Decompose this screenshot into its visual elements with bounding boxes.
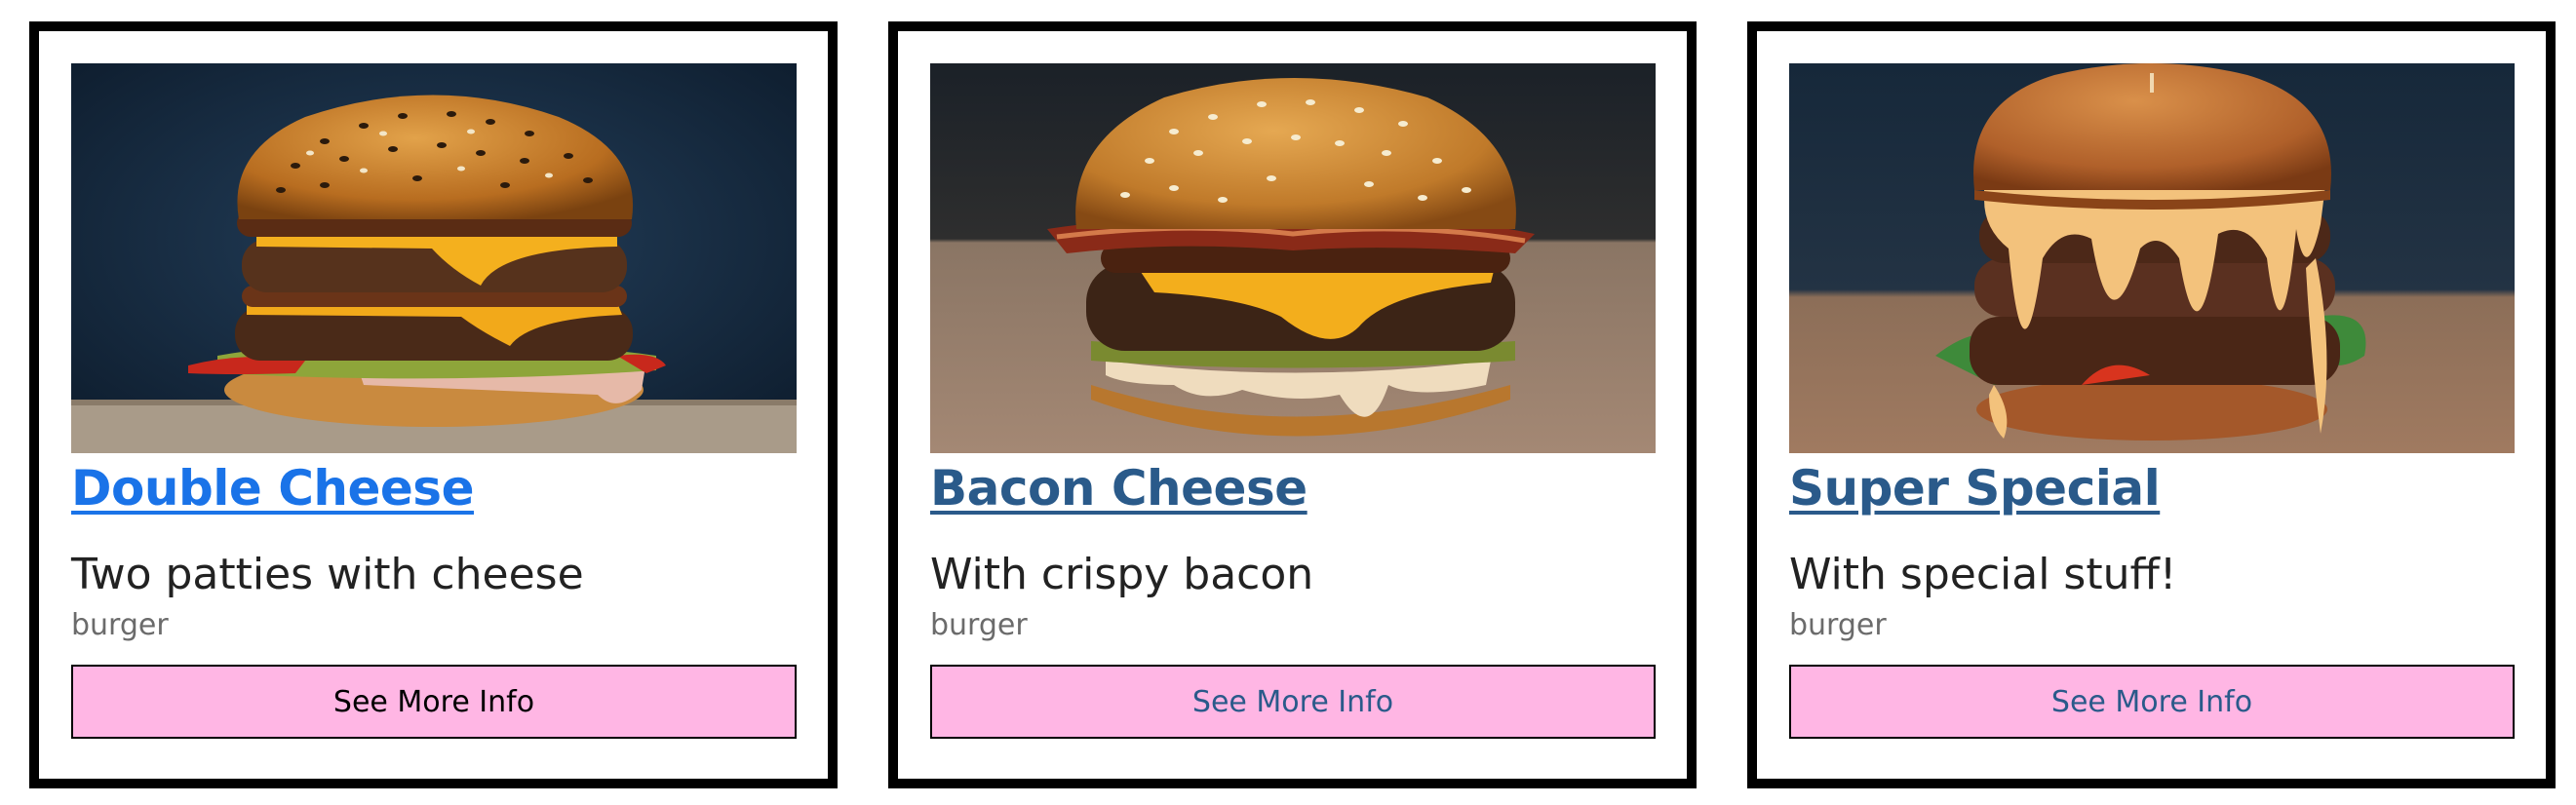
card-category: burger	[1789, 608, 1887, 642]
special-burger-photo	[1789, 63, 2515, 453]
double-cheeseburger-photo	[71, 63, 797, 453]
card-category: burger	[930, 608, 1028, 642]
card-title-link[interactable]: Double Cheese	[71, 460, 474, 517]
see-more-info-button[interactable]: See More Info	[71, 665, 797, 739]
card-category: burger	[71, 608, 169, 642]
product-card: Super Special With special stuff! burger…	[1747, 21, 2556, 788]
card-description: With crispy bacon	[930, 550, 1314, 599]
see-more-info-button[interactable]: See More Info	[1789, 665, 2515, 739]
product-card: Double Cheese Two patties with cheese bu…	[29, 21, 838, 788]
card-grid: Double Cheese Two patties with cheese bu…	[29, 21, 2556, 788]
bacon-cheeseburger-photo	[930, 63, 1656, 453]
card-description: With special stuff!	[1789, 550, 2177, 599]
card-description: Two patties with cheese	[71, 550, 584, 599]
card-title-link[interactable]: Bacon Cheese	[930, 460, 1308, 517]
see-more-info-button[interactable]: See More Info	[930, 665, 1656, 739]
product-card: Bacon Cheese With crispy bacon burger Se…	[888, 21, 1697, 788]
card-title-link[interactable]: Super Special	[1789, 460, 2161, 517]
